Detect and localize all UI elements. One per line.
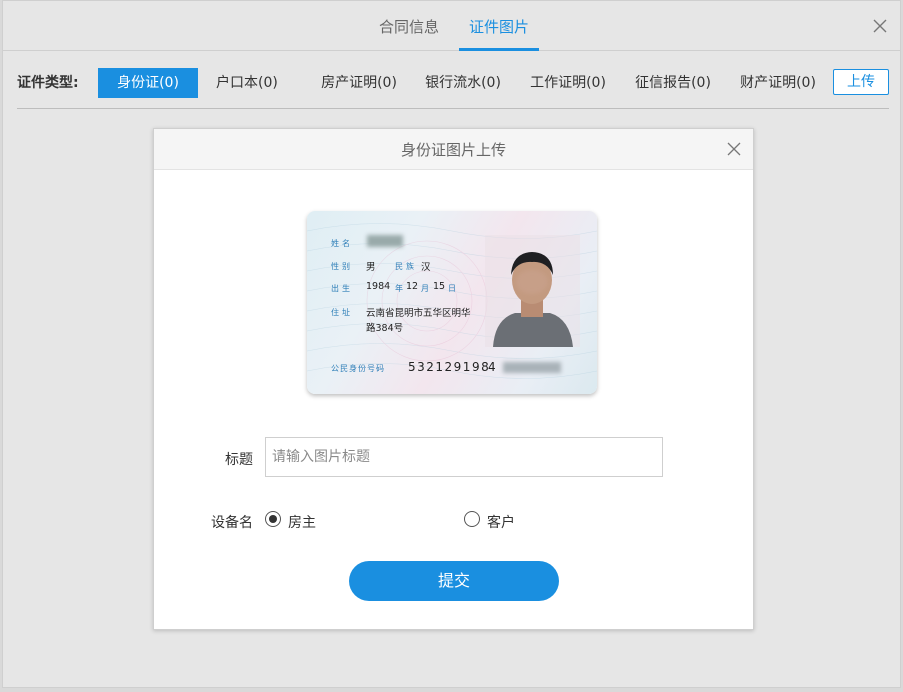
dialog-title: 身份证图片上传 [400,141,506,159]
card-address-label: 住址 [331,308,353,317]
card-ethnicity-label: 民族 [395,262,417,271]
tab-id-images[interactable]: 证件图片 [459,1,539,51]
card-month-unit: 月 [421,284,429,293]
title-input[interactable] [265,437,663,477]
card-id-redacted [503,362,561,373]
submit-button[interactable]: 提交 [349,561,559,601]
id-card-image: 姓名 性别 男 民族 汉 出生 1984 年 12 月 15 日 住址 云南省昆… [307,211,597,394]
card-sex-label: 性别 [331,262,353,271]
card-id-number: 532129198 [408,360,491,374]
card-address-line1: 云南省昆明市五华区明华 [366,308,471,319]
card-ethnicity-value: 汉 [421,262,431,273]
close-icon[interactable] [727,142,741,156]
title-label: 标题 [225,452,253,468]
card-id-label: 公民身份号码 [331,364,385,373]
top-tab-bar: 合同信息 证件图片 [3,1,900,51]
portrait-photo [485,235,580,347]
card-birth-label: 出生 [331,284,353,293]
customer-radio[interactable] [464,511,480,527]
document-type-bar: 证件类型: 身份证(0) 户口本(0) 房产证明(0) 银行流水(0) 工作证明… [17,65,889,109]
type-property-proof[interactable]: 房产证明(0) [321,68,397,98]
card-year-unit: 年 [395,284,403,293]
tab-contract-info[interactable]: 合同信息 [369,1,449,51]
dialog-header: 身份证图片上传 [154,129,753,170]
card-name-redacted [367,235,403,247]
type-work-proof[interactable]: 工作证明(0) [530,68,606,98]
card-name-label: 姓名 [331,239,353,248]
card-sex-value: 男 [366,262,376,273]
card-id-number-partial: 4 [488,360,498,374]
customer-radio-label[interactable]: 客户 [487,512,515,532]
card-address-line2: 路384号 [366,323,404,334]
card-birth-month: 12 [406,281,419,292]
type-credit-report[interactable]: 征信报告(0) [635,68,711,98]
type-bank-statement[interactable]: 银行流水(0) [425,68,501,98]
type-household-register[interactable]: 户口本(0) [216,68,278,98]
upload-button[interactable]: 上传 [833,69,889,95]
owner-radio[interactable] [265,511,281,527]
type-asset-proof[interactable]: 财产证明(0) [740,68,816,98]
card-birth-day: 15 [433,281,446,292]
card-birth-year: 1984 [366,281,391,292]
card-day-unit: 日 [448,284,456,293]
device-name-label: 设备名 [211,515,253,531]
type-id-card[interactable]: 身份证(0) [98,68,198,98]
id-upload-dialog: 身份证图片上传 姓名 性别 男 民族 汉 出生 1984 年 12 月 15 日… [153,128,754,630]
document-type-label: 证件类型: [17,75,79,91]
close-icon[interactable] [872,18,888,34]
owner-radio-label[interactable]: 房主 [288,512,316,532]
